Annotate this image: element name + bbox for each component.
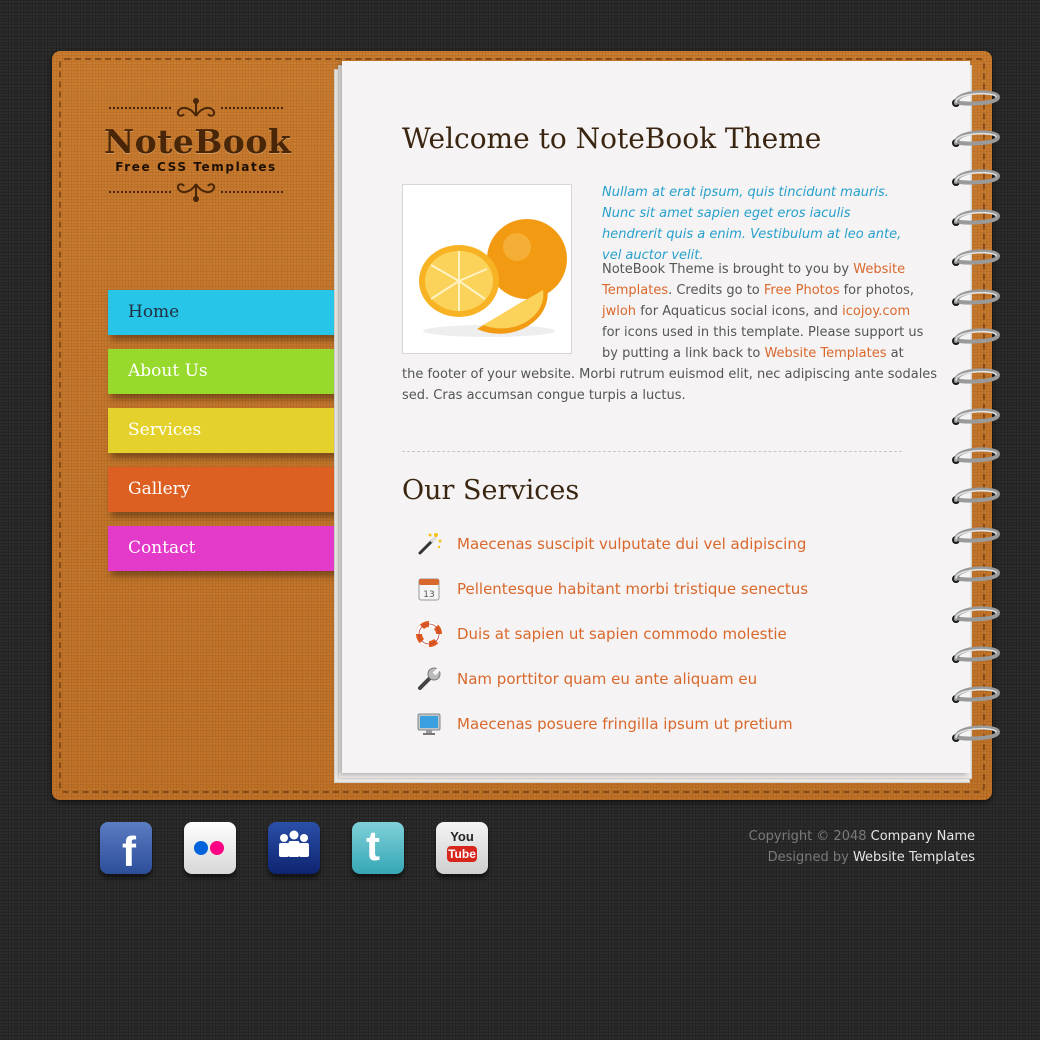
company-name-link[interactable]: Company Name: [871, 829, 975, 844]
body-text-segment: for photos,: [839, 283, 915, 298]
service-item[interactable]: Maecenas posuere fringilla ipsum ut pret…: [416, 710, 793, 738]
youtube-icon[interactable]: You Tube: [436, 822, 488, 874]
service-label: Maecenas suscipit vulputate dui vel adip…: [457, 535, 807, 553]
designed-by-line: Designed by Website Templates: [749, 847, 975, 868]
section-divider: [402, 451, 902, 452]
service-item[interactable]: Nam porttitor quam eu ante aliquam eu: [416, 665, 757, 693]
nav-gallery[interactable]: Gallery: [108, 467, 338, 512]
wrench-icon: [416, 666, 442, 692]
intro-text: Nullam at erat ipsum, quis tincidunt mau…: [602, 185, 902, 263]
spiral-ring: [948, 88, 1004, 112]
copyright-text: Copyright © 2048: [748, 829, 871, 844]
spiral-ring: [948, 445, 1004, 469]
logo-subtitle: Free CSS Templates: [115, 160, 277, 174]
copyright-line: Copyright © 2048 Company Name: [749, 826, 975, 847]
designed-by-text: Designed by: [767, 850, 853, 865]
service-label: Duis at sapien ut sapien commodo molesti…: [457, 625, 787, 643]
calendar-day: 13: [423, 590, 434, 600]
body-text-segment: by putting a link back to: [602, 346, 765, 361]
spiral-ring: [948, 287, 1004, 311]
spiral-ring: [948, 644, 1004, 668]
facebook-glyph: f: [122, 828, 136, 874]
body-text-segment: the footer of your website. Morbi rutrum…: [402, 367, 938, 382]
body-text-segment: for Aquaticus social icons, and: [636, 304, 843, 319]
service-label: Pellentesque habitant morbi tristique se…: [457, 580, 809, 598]
body-text-segment: sed. Cras accumsan congue turpis a luctu…: [402, 388, 686, 403]
website-templates-link[interactable]: Website Templates: [764, 346, 886, 361]
spiral-ring: [948, 366, 1004, 390]
myspace-icon[interactable]: [268, 822, 320, 874]
nav-home[interactable]: Home: [108, 290, 343, 335]
spiral-ring: [948, 128, 1004, 152]
flourish-icon: [176, 183, 216, 202]
youtube-glyph-tube: Tube: [447, 846, 477, 862]
spiral-ring: [948, 326, 1004, 350]
page-title: Welcome to NoteBook Theme: [402, 122, 822, 155]
jwloh-link[interactable]: jwloh: [602, 304, 636, 319]
body-text-segment: . Credits go to: [668, 283, 764, 298]
magic-wand-icon: [416, 531, 442, 557]
ornament-top: [104, 94, 288, 122]
spiral-ring: [948, 604, 1004, 628]
lifebuoy-icon: [416, 621, 442, 647]
monitor-icon: [416, 711, 442, 737]
service-label: Nam porttitor quam eu ante aliquam eu: [457, 670, 758, 688]
templates-link[interactable]: Templates: [602, 283, 668, 298]
spiral-ring: [948, 247, 1004, 271]
flickr-icon[interactable]: [184, 822, 236, 874]
spiral-ring: [948, 207, 1004, 231]
spiral-ring: [948, 564, 1004, 588]
nav-about-us[interactable]: About Us: [108, 349, 342, 394]
calendar-icon: 13: [416, 576, 442, 602]
twitter-icon[interactable]: t: [352, 822, 404, 874]
spiral-ring: [948, 525, 1004, 549]
icojoy-link[interactable]: icojoy.com: [842, 304, 910, 319]
body-text-segment: for icons used in this template. Please …: [602, 325, 924, 340]
site-logo[interactable]: NoteBook Free CSS Templates: [104, 94, 292, 206]
service-label: Maecenas posuere fringilla ipsum ut pret…: [457, 715, 793, 733]
website-link[interactable]: Website: [853, 262, 905, 277]
services-heading: Our Services: [402, 475, 580, 506]
ornament-bottom: [104, 178, 288, 206]
service-item[interactable]: Maecenas suscipit vulputate dui vel adip…: [416, 530, 806, 558]
body-text-segment: NoteBook Theme is brought to you by: [602, 262, 854, 277]
nav-contact[interactable]: Contact: [108, 526, 336, 571]
footer: Copyright © 2048 Company Name Designed b…: [749, 826, 975, 868]
flourish-icon: [176, 98, 216, 117]
body-text-segment: at: [886, 346, 904, 361]
logo-title: NoteBook: [104, 122, 292, 161]
body-text: NoteBook Theme is brought to you by Webs…: [402, 259, 937, 406]
service-item[interactable]: 13 Pellentesque habitant morbi tristique…: [416, 575, 808, 603]
facebook-icon[interactable]: f: [100, 822, 152, 874]
twitter-glyph: t: [366, 822, 380, 869]
free-photos-link[interactable]: Free Photos: [764, 283, 840, 298]
nav-services[interactable]: Services: [108, 408, 340, 453]
youtube-glyph-you: You: [450, 829, 474, 844]
spiral-ring: [948, 684, 1004, 708]
designer-link[interactable]: Website Templates: [853, 850, 975, 865]
service-item[interactable]: Duis at sapien ut sapien commodo molesti…: [416, 620, 787, 648]
spiral-ring: [948, 406, 1004, 430]
spiral-ring: [948, 167, 1004, 191]
spiral-ring: [948, 723, 1004, 747]
spiral-ring: [948, 485, 1004, 509]
